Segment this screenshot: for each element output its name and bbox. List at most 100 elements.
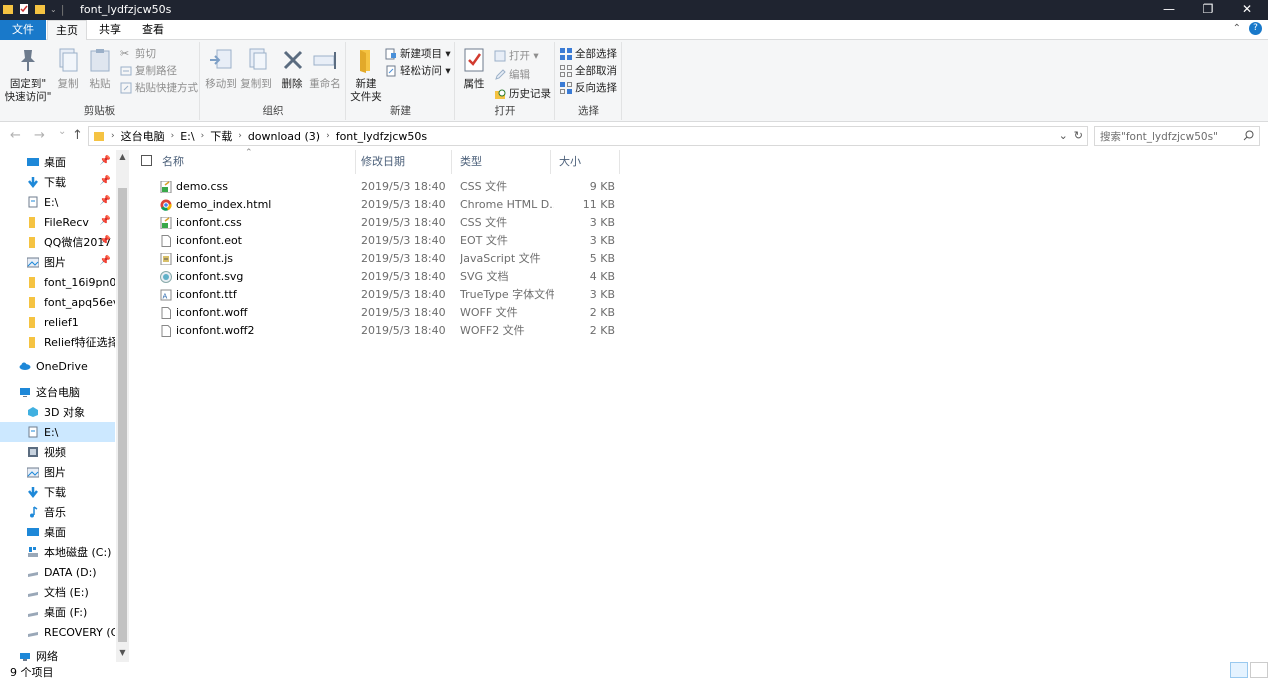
- history-button[interactable]: 历史记录: [494, 86, 551, 101]
- address-dropdown-icon[interactable]: ⌄: [1059, 129, 1068, 142]
- select-none-button[interactable]: 全部取消: [560, 63, 617, 78]
- nav-network[interactable]: 网络: [0, 646, 115, 662]
- nav-pc-downloads[interactable]: 下载: [0, 482, 115, 502]
- file-row[interactable]: iconfont.css 2019/5/3 18:40 CSS 文件 3 KB: [154, 214, 620, 232]
- breadcrumb-thispc[interactable]: 这台电脑: [121, 128, 165, 144]
- refresh-icon[interactable]: ↻: [1074, 129, 1083, 142]
- scroll-thumb[interactable]: [118, 188, 127, 642]
- invert-selection-button[interactable]: 反向选择: [560, 80, 617, 95]
- open-button[interactable]: 打开 ▾: [494, 48, 539, 63]
- address-bar[interactable]: › 这台电脑 › E:\ › 下载 › download (3) › font_…: [88, 126, 1088, 146]
- forward-button[interactable]: →: [34, 128, 45, 143]
- nav-pc-desktop[interactable]: 桌面: [0, 522, 115, 542]
- copy-button[interactable]: 复制: [54, 46, 82, 91]
- nav-drive-f[interactable]: 桌面 (F:): [0, 602, 115, 622]
- properties-button[interactable]: 属性: [460, 46, 488, 91]
- pin-icon[interactable]: 📌: [100, 256, 111, 266]
- delete-button[interactable]: 删除: [279, 46, 305, 91]
- breadcrumb-separator[interactable]: ›: [326, 131, 330, 141]
- breadcrumb-current[interactable]: font_lydfzjcw50s: [336, 130, 427, 143]
- file-row[interactable]: iconfont.woff 2019/5/3 18:40 WOFF 文件 2 K…: [154, 304, 620, 322]
- breadcrumb-downloads[interactable]: 下载: [210, 128, 232, 144]
- file-row[interactable]: A iconfont.ttf 2019/5/3 18:40 TrueType 字…: [154, 286, 620, 304]
- close-button[interactable]: ✕: [1228, 0, 1266, 20]
- column-header-name[interactable]: 名称: [154, 150, 356, 174]
- column-header-size[interactable]: 大小: [551, 150, 620, 174]
- nav-scrollbar[interactable]: ▲ ▼: [116, 150, 129, 662]
- tab-share[interactable]: 共享: [90, 20, 130, 40]
- breadcrumb-separator[interactable]: ›: [171, 131, 175, 141]
- breadcrumb-separator[interactable]: ›: [238, 131, 242, 141]
- cut-button[interactable]: ✂ 剪切: [120, 46, 156, 61]
- nav-pictures[interactable]: 图片 📌: [0, 252, 115, 272]
- file-row[interactable]: demo_index.html 2019/5/3 18:40 Chrome HT…: [154, 196, 620, 214]
- pin-icon[interactable]: 📌: [100, 176, 111, 186]
- search-input[interactable]: 搜索"font_lydfzjcw50s": [1094, 126, 1260, 146]
- file-row[interactable]: iconfont.woff2 2019/5/3 18:40 WOFF2 文件 2…: [154, 322, 620, 340]
- nav-drive-d[interactable]: DATA (D:): [0, 562, 115, 582]
- new-item-button[interactable]: 新建项目 ▾: [385, 46, 451, 61]
- recent-locations-button[interactable]: ⌄: [58, 126, 66, 137]
- breadcrumb-e-drive[interactable]: E:\: [180, 130, 194, 143]
- tab-view[interactable]: 查看: [133, 20, 173, 40]
- file-row[interactable]: iconfont.eot 2019/5/3 18:40 EOT 文件 3 KB: [154, 232, 620, 250]
- nav-pc-pictures[interactable]: 图片: [0, 462, 115, 482]
- pin-icon[interactable]: 📌: [100, 156, 111, 166]
- paste-button[interactable]: 粘贴: [86, 46, 114, 91]
- paste-shortcut-button[interactable]: 粘贴快捷方式: [120, 80, 198, 95]
- breadcrumb-download3[interactable]: download (3): [248, 130, 320, 143]
- nav-relief1[interactable]: relief1: [0, 312, 115, 332]
- nav-3d-objects[interactable]: 3D 对象: [0, 402, 115, 422]
- nav-downloads[interactable]: 下载 📌: [0, 172, 115, 192]
- tab-file[interactable]: 文件: [0, 20, 46, 40]
- nav-filerecv[interactable]: FileRecv 📌: [0, 212, 115, 232]
- file-row[interactable]: iconfont.js 2019/5/3 18:40 JavaScript 文件…: [154, 250, 620, 268]
- pin-icon[interactable]: 📌: [100, 236, 111, 246]
- maximize-button[interactable]: ❐: [1189, 0, 1227, 20]
- nav-drive-g[interactable]: RECOVERY (G:): [0, 622, 115, 642]
- nav-font-16i9[interactable]: font_16i9pn0d9: [0, 272, 115, 292]
- select-all-button[interactable]: 全部选择: [560, 46, 617, 61]
- back-button[interactable]: ←: [10, 128, 21, 143]
- select-all-checkbox[interactable]: [141, 155, 152, 166]
- nav-drive-e[interactable]: 文档 (E:): [0, 582, 115, 602]
- pin-icon[interactable]: 📌: [100, 196, 111, 206]
- large-icons-view-button[interactable]: [1250, 662, 1268, 678]
- details-view-button[interactable]: [1230, 662, 1248, 678]
- search-icon[interactable]: [1243, 130, 1254, 141]
- nav-relief-feature[interactable]: Relief特征选择: [0, 332, 115, 352]
- copy-path-button[interactable]: 复制路径: [120, 63, 177, 78]
- file-row[interactable]: iconfont.svg 2019/5/3 18:40 SVG 文档 4 KB: [154, 268, 620, 286]
- column-header-type[interactable]: 类型: [452, 150, 551, 174]
- tab-home[interactable]: 主页: [47, 20, 87, 41]
- up-button[interactable]: ↑: [72, 128, 83, 143]
- minimize-button[interactable]: —: [1150, 0, 1188, 20]
- nav-videos[interactable]: 视频: [0, 442, 115, 462]
- copy-to-button[interactable]: 复制到: [239, 46, 273, 91]
- edit-button[interactable]: 编辑: [494, 67, 530, 82]
- nav-desktop[interactable]: 桌面 📌: [0, 152, 115, 172]
- breadcrumb-separator[interactable]: ›: [111, 131, 115, 141]
- ribbon-collapse-icon[interactable]: ⌃: [1233, 23, 1241, 34]
- new-folder-icon[interactable]: [34, 2, 46, 16]
- pin-quick-access-button[interactable]: 固定到" 快速访问": [4, 46, 52, 104]
- nav-drive-c[interactable]: 本地磁盘 (C:): [0, 542, 115, 562]
- scroll-up-icon[interactable]: ▲: [117, 152, 128, 161]
- easy-access-button[interactable]: 轻松访问 ▾: [385, 63, 451, 78]
- nav-pc-e-drive[interactable]: E:\: [0, 422, 115, 442]
- help-icon[interactable]: ?: [1249, 22, 1262, 35]
- nav-qq-wechat[interactable]: QQ微信2017 📌: [0, 232, 115, 252]
- move-to-button[interactable]: 移动到: [205, 46, 237, 91]
- qat-dropdown-icon[interactable]: ⌄: [50, 5, 57, 14]
- file-row[interactable]: demo.css 2019/5/3 18:40 CSS 文件 9 KB: [154, 178, 620, 196]
- nav-thispc[interactable]: 这台电脑: [0, 382, 115, 402]
- rename-button[interactable]: 重命名: [309, 46, 341, 91]
- scroll-down-icon[interactable]: ▼: [117, 648, 128, 657]
- nav-music[interactable]: 音乐: [0, 502, 115, 522]
- nav-font-apq56[interactable]: font_apq56evi3: [0, 292, 115, 312]
- pin-icon[interactable]: 📌: [100, 216, 111, 226]
- new-folder-button[interactable]: 新建 文件夹: [349, 46, 383, 104]
- properties-icon[interactable]: [18, 2, 30, 16]
- nav-onedrive[interactable]: OneDrive: [0, 356, 115, 376]
- column-header-date[interactable]: 修改日期: [353, 150, 452, 174]
